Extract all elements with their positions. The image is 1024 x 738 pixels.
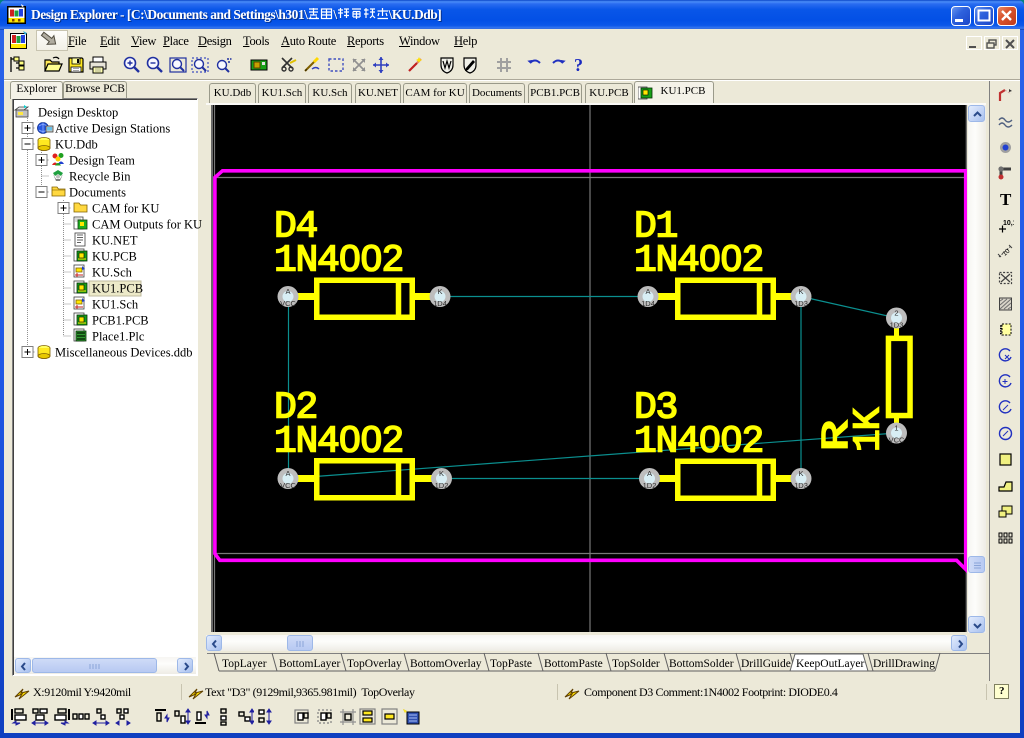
svg-text:1: 1	[894, 424, 898, 433]
svg-text:KU.Sch: KU.Sch	[92, 266, 133, 280]
svg-text:VCC: VCC	[280, 299, 296, 308]
svg-text:VCC: VCC	[280, 481, 296, 490]
svg-text:KU1.Sch: KU1.Sch	[92, 298, 139, 312]
svg-text:BottomOverlay: BottomOverlay	[410, 658, 482, 670]
svg-text:DrillGuide: DrillGuide	[741, 658, 791, 670]
svg-text:K: K	[437, 287, 442, 296]
svg-text:VCC: VCC	[889, 436, 905, 445]
svg-text:CAM for KU: CAM for KU	[92, 202, 159, 216]
svg-text:KU.Ddb: KU.Ddb	[55, 138, 98, 152]
svg-text:?: ?	[574, 55, 583, 75]
svg-text:K: K	[798, 469, 803, 478]
svg-text:K: K	[798, 287, 803, 296]
svg-text:1D3: 1D3	[794, 299, 808, 308]
svg-text:TopOverlay: TopOverlay	[347, 658, 402, 670]
svg-text:BottomLayer: BottomLayer	[279, 658, 340, 670]
svg-text:CAM Outputs for KU: CAM Outputs for KU	[92, 218, 202, 232]
svg-text:Recycle Bin: Recycle Bin	[69, 170, 131, 184]
svg-text:Active Design Stations: Active Design Stations	[55, 122, 170, 136]
svg-text:1N4002: 1N4002	[634, 240, 763, 283]
svg-text:A: A	[285, 287, 290, 296]
svg-text:1N4002: 1N4002	[634, 421, 763, 464]
svg-text:1D3: 1D3	[890, 321, 904, 330]
svg-text:10,10: 10,10	[1003, 220, 1014, 227]
svg-text:KU.NET: KU.NET	[92, 234, 138, 248]
svg-text:KU.PCB: KU.PCB	[92, 250, 137, 264]
svg-text:KU1.PCB: KU1.PCB	[92, 282, 143, 296]
svg-text:TopLayer: TopLayer	[222, 658, 267, 670]
svg-text:1N4002: 1N4002	[274, 240, 403, 283]
svg-text:10: 10	[1001, 248, 1011, 258]
svg-text:Documents: Documents	[69, 186, 126, 200]
svg-text:Design Desktop: Design Desktop	[38, 106, 118, 120]
svg-text:BottomSolder: BottomSolder	[669, 658, 734, 670]
svg-text:1D2: 1D2	[435, 481, 449, 490]
svg-text:Design Team: Design Team	[69, 154, 135, 168]
svg-text:1K: 1K	[848, 407, 891, 452]
svg-text:A: A	[285, 469, 290, 478]
svg-text:A: A	[647, 469, 652, 478]
svg-text:Place1.Plc: Place1.Plc	[92, 330, 145, 344]
svg-text:KeepOutLayer: KeepOutLayer	[796, 658, 864, 670]
svg-text:1D2: 1D2	[643, 481, 657, 490]
svg-text:TopPaste: TopPaste	[490, 658, 532, 670]
svg-text:A: A	[645, 287, 650, 296]
svg-text:1D4: 1D4	[641, 299, 655, 308]
svg-text:2: 2	[894, 309, 898, 318]
svg-text:BottomPaste: BottomPaste	[544, 658, 603, 670]
svg-text:TopSolder: TopSolder	[612, 658, 660, 670]
svg-text:1N4002: 1N4002	[274, 421, 403, 464]
svg-text:1D4: 1D4	[433, 299, 447, 308]
svg-text:PCB1.PCB: PCB1.PCB	[92, 314, 149, 328]
svg-text:Miscellaneous Devices.ddb: Miscellaneous Devices.ddb	[55, 346, 192, 360]
svg-text:T: T	[1000, 191, 1012, 208]
svg-text:1D3: 1D3	[794, 481, 808, 490]
svg-text:K: K	[439, 469, 444, 478]
svg-text:DrillDrawing: DrillDrawing	[873, 658, 935, 670]
